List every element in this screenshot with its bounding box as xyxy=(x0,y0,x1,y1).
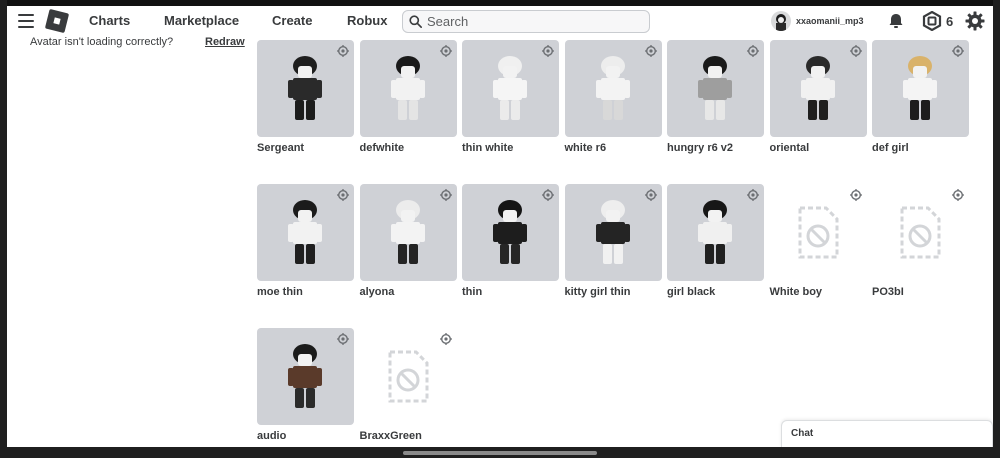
app-window: Charts Marketplace Create Robux xxaomani… xyxy=(7,0,993,447)
top-navigation-bar: Charts Marketplace Create Robux xxaomani… xyxy=(7,6,993,38)
outfit-name[interactable]: audio xyxy=(257,430,286,442)
redraw-link[interactable]: Redraw xyxy=(205,36,245,48)
nav-link-marketplace[interactable]: Marketplace xyxy=(164,13,239,28)
outfit-card[interactable]: kitty girl thin xyxy=(564,184,662,314)
avatar-loading-message: Avatar isn't loading correctly? xyxy=(30,36,174,48)
outfit-name[interactable]: oriental xyxy=(770,142,810,154)
outfit-settings-gear-icon[interactable] xyxy=(337,332,349,345)
outfit-thumbnail-placeholder[interactable] xyxy=(770,184,867,281)
outfit-card[interactable]: BraxxGreen xyxy=(360,328,457,447)
outfit-settings-gear-icon[interactable] xyxy=(952,188,964,201)
chat-label: Chat xyxy=(791,428,814,439)
username-label[interactable]: xxaomanii_mp3 xyxy=(796,16,864,26)
outfit-thumbnail-placeholder[interactable] xyxy=(360,328,457,425)
chat-panel[interactable]: Chat xyxy=(781,420,993,447)
outfit-settings-gear-icon[interactable] xyxy=(439,332,452,345)
outfit-thumbnail-placeholder[interactable] xyxy=(872,184,969,281)
outfit-card[interactable]: White boy xyxy=(770,184,867,314)
outfit-thumbnail[interactable] xyxy=(667,184,764,281)
outfit-settings-gear-icon[interactable] xyxy=(849,188,862,201)
outfit-name[interactable]: alyona xyxy=(360,286,395,298)
outfit-card[interactable]: thin white xyxy=(462,40,559,170)
outfit-card[interactable]: moe thin xyxy=(257,184,354,314)
outfit-card[interactable]: def girl xyxy=(872,40,969,170)
outfit-name[interactable]: PO3bI xyxy=(872,286,904,298)
avatar[interactable] xyxy=(771,11,791,31)
outfit-settings-gear-icon[interactable] xyxy=(644,44,657,57)
outfit-thumbnail[interactable] xyxy=(872,40,969,137)
search-icon xyxy=(409,15,422,28)
outfit-settings-gear-icon[interactable] xyxy=(747,44,759,57)
outfit-card[interactable]: PO3bI xyxy=(872,184,969,314)
search-input[interactable] xyxy=(427,13,637,30)
outfit-settings-gear-icon[interactable] xyxy=(439,188,452,201)
outfit-settings-gear-icon[interactable] xyxy=(542,188,554,201)
roblox-logo-icon[interactable] xyxy=(44,8,70,34)
outfit-name[interactable]: moe thin xyxy=(257,286,303,298)
outfit-thumbnail[interactable] xyxy=(257,328,354,425)
outfit-name[interactable]: def girl xyxy=(872,142,909,154)
outfit-thumbnail[interactable] xyxy=(462,184,559,281)
outfit-name[interactable]: defwhite xyxy=(360,142,405,154)
outfit-settings-gear-icon[interactable] xyxy=(337,44,349,57)
outfit-thumbnail[interactable] xyxy=(564,40,662,137)
robux-balance[interactable]: 6 xyxy=(946,14,953,29)
outfit-settings-gear-icon[interactable] xyxy=(542,44,554,57)
outfit-card[interactable]: thin xyxy=(462,184,559,314)
outfit-name[interactable]: Sergeant xyxy=(257,142,304,154)
outfit-name[interactable]: thin xyxy=(462,286,482,298)
outfit-thumbnail[interactable] xyxy=(769,40,867,137)
nav-link-charts[interactable]: Charts xyxy=(89,13,130,28)
outfit-name[interactable]: kitty girl thin xyxy=(565,286,631,298)
outfit-card[interactable]: audio xyxy=(257,328,354,447)
outfit-card[interactable]: hungry r6 v2 xyxy=(667,40,764,170)
outfit-thumbnail[interactable] xyxy=(359,184,457,281)
outfit-thumbnail[interactable] xyxy=(359,40,457,137)
outfit-card[interactable]: white r6 xyxy=(564,40,662,170)
outfit-card[interactable]: Sergeant xyxy=(257,40,354,170)
outfit-settings-gear-icon[interactable] xyxy=(439,44,452,57)
outfit-settings-gear-icon[interactable] xyxy=(747,188,759,201)
outfit-thumbnail[interactable] xyxy=(257,184,354,281)
home-indicator[interactable] xyxy=(403,451,597,455)
outfit-name[interactable]: girl black xyxy=(667,286,715,298)
outfit-name[interactable]: white r6 xyxy=(565,142,607,154)
outfit-card[interactable]: alyona xyxy=(359,184,457,314)
outfit-settings-gear-icon[interactable] xyxy=(337,188,349,201)
outfit-name[interactable]: thin white xyxy=(462,142,513,154)
outfit-thumbnail[interactable] xyxy=(667,40,764,137)
hamburger-icon[interactable] xyxy=(18,14,34,28)
outfit-thumbnail[interactable] xyxy=(257,40,354,137)
outfit-thumbnail[interactable] xyxy=(564,184,662,281)
outfit-name[interactable]: White boy xyxy=(770,286,823,298)
nav-link-create[interactable]: Create xyxy=(272,13,312,28)
nav-link-robux[interactable]: Robux xyxy=(347,13,387,28)
outfit-card[interactable]: oriental xyxy=(769,40,867,170)
outfit-thumbnail[interactable] xyxy=(462,40,559,137)
outfit-name[interactable]: BraxxGreen xyxy=(360,430,422,442)
search-box[interactable] xyxy=(402,10,650,33)
outfit-name[interactable]: hungry r6 v2 xyxy=(667,142,733,154)
outfit-settings-gear-icon[interactable] xyxy=(849,44,862,57)
outfit-card[interactable]: girl black xyxy=(667,184,764,314)
gear-icon[interactable] xyxy=(965,11,985,31)
bell-icon[interactable] xyxy=(887,12,905,30)
outfit-card[interactable]: defwhite xyxy=(359,40,457,170)
robux-icon[interactable] xyxy=(922,11,942,31)
outfit-settings-gear-icon[interactable] xyxy=(644,188,657,201)
outfit-settings-gear-icon[interactable] xyxy=(952,44,964,57)
